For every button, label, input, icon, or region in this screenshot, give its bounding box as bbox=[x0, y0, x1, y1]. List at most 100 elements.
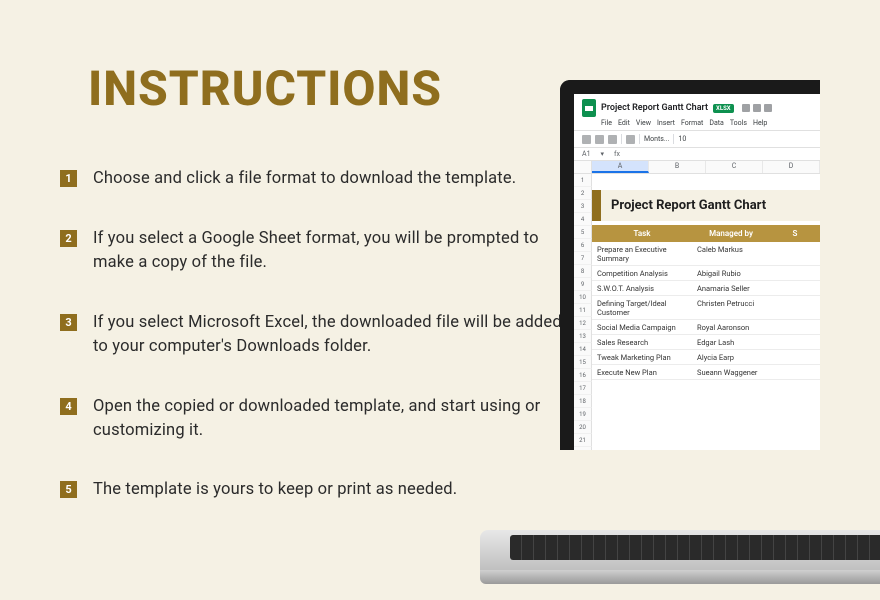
col-header[interactable]: B bbox=[649, 161, 706, 173]
cell-task[interactable]: Social Media Campaign bbox=[592, 320, 692, 334]
table-row[interactable]: Defining Target/Ideal CustomerChristen P… bbox=[592, 296, 820, 320]
menu-file[interactable]: File bbox=[601, 119, 612, 127]
row-number[interactable]: 8 bbox=[574, 265, 592, 278]
table-row[interactable]: S.W.O.T. AnalysisAnamaria Seller bbox=[592, 281, 820, 296]
table-row[interactable]: Prepare an Executive SummaryCaleb Markus bbox=[592, 242, 820, 266]
row-number[interactable]: 13 bbox=[574, 330, 592, 343]
menu-data[interactable]: Data bbox=[709, 119, 724, 127]
step-text: Open the copied or downloaded template, … bbox=[93, 395, 570, 443]
cell-rest[interactable] bbox=[770, 296, 820, 319]
menu-help[interactable]: Help bbox=[753, 119, 767, 127]
laptop-preview: Project Report Gantt Chart XLSX File Edi… bbox=[560, 80, 880, 450]
cell-rest[interactable] bbox=[770, 320, 820, 334]
row-number[interactable]: 10 bbox=[574, 291, 592, 304]
cell-manager[interactable]: Alycia Earp bbox=[692, 350, 770, 364]
table-row[interactable]: Competition AnalysisAbigail Rubio bbox=[592, 266, 820, 281]
cell-manager[interactable]: Royal Aaronson bbox=[692, 320, 770, 334]
row-number[interactable]: 11 bbox=[574, 304, 592, 317]
menu-bar: File Edit View Insert Format Data Tools … bbox=[601, 119, 812, 127]
row-number[interactable]: 9 bbox=[574, 278, 592, 291]
chart-title-tile: Project Report Gantt Chart bbox=[592, 190, 820, 221]
row-number[interactable]: 18 bbox=[574, 395, 592, 408]
instruction-step: 1 Choose and click a file format to down… bbox=[60, 167, 570, 191]
row-number[interactable]: 16 bbox=[574, 369, 592, 382]
cell-rest[interactable] bbox=[770, 335, 820, 349]
laptop-base bbox=[480, 530, 880, 600]
cell-manager[interactable]: Anamaria Seller bbox=[692, 281, 770, 295]
cell-manager[interactable]: Abigail Rubio bbox=[692, 266, 770, 280]
row-number[interactable]: 1 bbox=[574, 174, 592, 187]
formula-bar: A1 ▾ fx bbox=[574, 148, 820, 161]
table-row[interactable]: Execute New PlanSueann Waggener bbox=[592, 365, 820, 380]
table-row[interactable]: Sales ResearchEdgar Lash bbox=[592, 335, 820, 350]
row-number[interactable]: 21 bbox=[574, 434, 592, 447]
row-number[interactable]: 17 bbox=[574, 382, 592, 395]
cell-rest[interactable] bbox=[770, 365, 820, 379]
font-selector[interactable]: Monts... bbox=[644, 135, 669, 143]
spreadsheet-grid[interactable]: A B C D 12345678910111213141516171819202… bbox=[574, 161, 820, 450]
step-number: 2 bbox=[60, 230, 77, 247]
cell-task[interactable]: Defining Target/Ideal Customer bbox=[592, 296, 692, 319]
row-number[interactable]: 12 bbox=[574, 317, 592, 330]
print-icon[interactable] bbox=[608, 135, 617, 144]
menu-tools[interactable]: Tools bbox=[730, 119, 747, 127]
cell-task[interactable]: Prepare an Executive Summary bbox=[592, 242, 692, 265]
row-number[interactable]: 6 bbox=[574, 239, 592, 252]
cloud-icon bbox=[764, 104, 772, 112]
step-number: 4 bbox=[60, 398, 77, 415]
instruction-step: 2 If you select a Google Sheet format, y… bbox=[60, 227, 570, 275]
folder-icon bbox=[753, 104, 761, 112]
cell-manager[interactable]: Christen Petrucci bbox=[692, 296, 770, 319]
redo-icon[interactable] bbox=[595, 135, 604, 144]
cell-manager[interactable]: Caleb Markus bbox=[692, 242, 770, 265]
menu-view[interactable]: View bbox=[636, 119, 651, 127]
row-number[interactable]: 22 bbox=[574, 447, 592, 450]
th-task: Task bbox=[592, 225, 692, 242]
zoom-icon[interactable] bbox=[626, 135, 635, 144]
cell-reference[interactable]: A1 bbox=[582, 150, 591, 158]
font-size[interactable]: 10 bbox=[678, 135, 686, 143]
cell-task[interactable]: Sales Research bbox=[592, 335, 692, 349]
cell-rest[interactable] bbox=[770, 266, 820, 280]
cell-task[interactable]: Tweak Marketing Plan bbox=[592, 350, 692, 364]
cell-task[interactable]: Competition Analysis bbox=[592, 266, 692, 280]
fx-label: fx bbox=[614, 150, 620, 158]
step-number: 1 bbox=[60, 170, 77, 187]
row-number[interactable]: 3 bbox=[574, 200, 592, 213]
google-sheets-icon bbox=[582, 99, 596, 117]
step-text: Choose and click a file format to downlo… bbox=[93, 167, 516, 191]
cell-manager[interactable]: Edgar Lash bbox=[692, 335, 770, 349]
row-number[interactable]: 7 bbox=[574, 252, 592, 265]
cell-rest[interactable] bbox=[770, 281, 820, 295]
undo-icon[interactable] bbox=[582, 135, 591, 144]
menu-format[interactable]: Format bbox=[681, 119, 703, 127]
step-number: 3 bbox=[60, 314, 77, 331]
instructions-panel: INSTRUCTIONS 1 Choose and click a file f… bbox=[0, 0, 600, 570]
row-number[interactable]: 5 bbox=[574, 226, 592, 239]
row-number[interactable]: 2 bbox=[574, 187, 592, 200]
cell-rest[interactable] bbox=[770, 242, 820, 265]
row-number[interactable]: 19 bbox=[574, 408, 592, 421]
col-header[interactable]: C bbox=[706, 161, 763, 173]
th-rest: S bbox=[770, 225, 820, 242]
xlsx-badge: XLSX bbox=[713, 104, 734, 113]
table-row[interactable]: Tweak Marketing PlanAlycia Earp bbox=[592, 350, 820, 365]
row-number[interactable]: 14 bbox=[574, 343, 592, 356]
document-title: Project Report Gantt Chart bbox=[601, 103, 708, 113]
table-row[interactable]: Social Media CampaignRoyal Aaronson bbox=[592, 320, 820, 335]
sheets-header: Project Report Gantt Chart XLSX File Edi… bbox=[574, 94, 820, 131]
col-header[interactable]: A bbox=[592, 161, 649, 173]
cell-manager[interactable]: Sueann Waggener bbox=[692, 365, 770, 379]
step-text: If you select Microsoft Excel, the downl… bbox=[93, 311, 570, 359]
col-header[interactable]: D bbox=[763, 161, 820, 173]
row-number[interactable]: 15 bbox=[574, 356, 592, 369]
cell-rest[interactable] bbox=[770, 350, 820, 364]
row-number[interactable]: 20 bbox=[574, 421, 592, 434]
star-icon bbox=[742, 104, 750, 112]
row-number[interactable]: 4 bbox=[574, 213, 592, 226]
menu-insert[interactable]: Insert bbox=[657, 119, 675, 127]
menu-edit[interactable]: Edit bbox=[618, 119, 630, 127]
instruction-step: 4 Open the copied or downloaded template… bbox=[60, 395, 570, 443]
cell-task[interactable]: S.W.O.T. Analysis bbox=[592, 281, 692, 295]
cell-task[interactable]: Execute New Plan bbox=[592, 365, 692, 379]
